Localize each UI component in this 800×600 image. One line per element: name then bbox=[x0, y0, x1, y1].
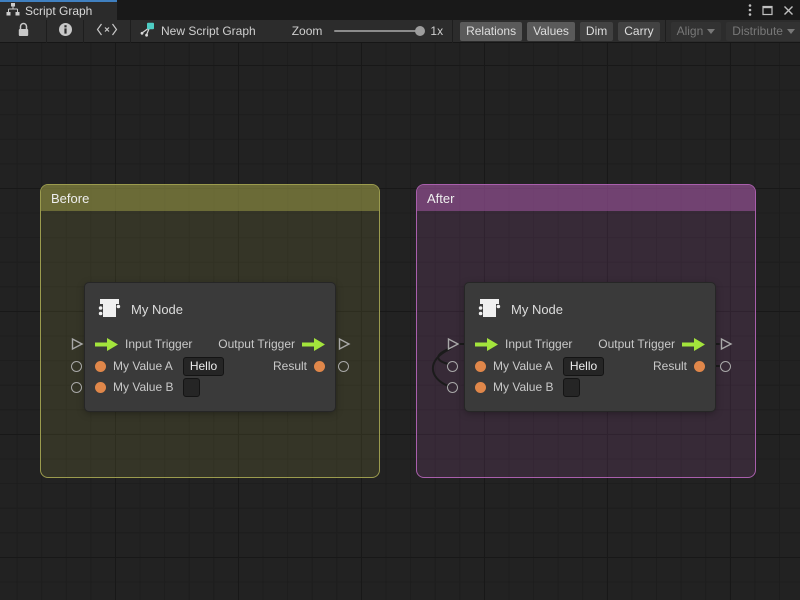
relations-button[interactable]: Relations bbox=[460, 22, 522, 41]
dim-button[interactable]: Dim bbox=[580, 22, 613, 41]
value-out-icon[interactable] bbox=[314, 361, 325, 372]
port-row-my-value-b: My Value B bbox=[95, 376, 200, 398]
distribute-button: Distribute bbox=[726, 22, 800, 41]
script-graph-node-icon bbox=[139, 22, 155, 41]
toolbar: New Script Graph Zoom 1x Relations Value… bbox=[0, 20, 800, 43]
node-title: My Node bbox=[131, 302, 183, 317]
output-trigger-label: Output Trigger bbox=[598, 337, 675, 351]
code-button[interactable] bbox=[84, 20, 130, 43]
port-row-input-trigger: Input Trigger bbox=[95, 333, 192, 355]
distribute-label: Distribute bbox=[732, 24, 783, 38]
my-value-a-field[interactable]: Hello bbox=[563, 357, 604, 376]
port-row-output-trigger: Output Trigger bbox=[218, 333, 325, 355]
titlebar: Script Graph bbox=[0, 0, 800, 20]
toolbar-buttons: Relations Values Dim Carry Align Distrib… bbox=[460, 20, 800, 43]
carry-button[interactable]: Carry bbox=[618, 22, 659, 41]
my-value-b-field[interactable] bbox=[563, 378, 580, 397]
my-value-b-label: My Value B bbox=[493, 380, 553, 394]
input-trigger-label: Input Trigger bbox=[125, 337, 192, 351]
window-controls bbox=[748, 0, 794, 20]
lock-button[interactable] bbox=[0, 20, 46, 43]
info-icon bbox=[58, 22, 73, 40]
tab-script-graph[interactable]: Script Graph bbox=[0, 0, 117, 20]
external-value-in-port[interactable] bbox=[71, 382, 82, 393]
info-button[interactable] bbox=[47, 20, 83, 43]
values-label: Values bbox=[533, 24, 569, 38]
port-row-my-value-b: My Value B bbox=[475, 376, 580, 398]
external-value-in-port[interactable] bbox=[447, 361, 458, 372]
lock-icon bbox=[17, 22, 30, 40]
align-button: Align bbox=[671, 22, 722, 41]
group-before-title: Before bbox=[51, 191, 89, 206]
port-row-output-trigger: Output Trigger bbox=[598, 333, 705, 355]
external-value-out-port[interactable] bbox=[720, 361, 731, 372]
toolbar-separator bbox=[665, 20, 666, 43]
values-button[interactable]: Values bbox=[527, 22, 575, 41]
toolbar-separator bbox=[130, 20, 131, 43]
node-title: My Node bbox=[511, 302, 563, 317]
port-row-input-trigger: Input Trigger bbox=[475, 333, 572, 355]
node-header: My Node bbox=[465, 283, 715, 324]
port-row-result: Result bbox=[653, 355, 705, 377]
trigger-out-icon[interactable] bbox=[682, 338, 705, 351]
group-after-header[interactable]: After bbox=[417, 185, 755, 211]
zoom-slider-thumb[interactable] bbox=[415, 26, 425, 36]
node-my-node-before[interactable]: My Node Input Trigger My Value A Hello M… bbox=[85, 283, 335, 411]
port-row-my-value-a: My Value A Hello bbox=[475, 355, 604, 377]
group-after-title: After bbox=[427, 191, 454, 206]
graph-hierarchy-icon bbox=[6, 3, 20, 19]
external-value-in-port[interactable] bbox=[447, 382, 458, 393]
graph-canvas[interactable]: Before After My Node bbox=[0, 43, 800, 600]
zoom-control: Zoom 1x bbox=[292, 24, 443, 38]
unit-node-icon bbox=[476, 295, 502, 324]
value-in-icon[interactable] bbox=[475, 361, 486, 372]
zoom-value: 1x bbox=[430, 24, 443, 38]
align-label: Align bbox=[677, 24, 704, 38]
node-my-node-after[interactable]: My Node Input Trigger My Value A Hello M… bbox=[465, 283, 715, 411]
maximize-icon[interactable] bbox=[762, 5, 773, 16]
output-trigger-label: Output Trigger bbox=[218, 337, 295, 351]
external-value-in-port[interactable] bbox=[71, 361, 82, 372]
zoom-label: Zoom bbox=[292, 24, 323, 38]
group-before-header[interactable]: Before bbox=[41, 185, 379, 211]
new-script-graph-label: New Script Graph bbox=[161, 24, 256, 38]
port-row-result: Result bbox=[273, 355, 325, 377]
input-trigger-label: Input Trigger bbox=[505, 337, 572, 351]
toolbar-separator bbox=[452, 20, 453, 43]
external-trigger-out-port[interactable] bbox=[337, 337, 351, 351]
result-label: Result bbox=[273, 359, 307, 373]
menu-dots-icon[interactable] bbox=[748, 3, 752, 17]
external-trigger-in-port[interactable] bbox=[446, 337, 460, 351]
chevron-down-icon bbox=[707, 29, 715, 34]
unit-node-icon bbox=[96, 295, 122, 324]
code-icon bbox=[96, 23, 118, 39]
relations-label: Relations bbox=[466, 24, 516, 38]
value-out-icon[interactable] bbox=[694, 361, 705, 372]
new-script-graph-button[interactable]: New Script Graph bbox=[139, 22, 256, 41]
tab-title: Script Graph bbox=[25, 4, 92, 18]
carry-label: Carry bbox=[624, 24, 653, 38]
chevron-down-icon bbox=[787, 29, 795, 34]
trigger-in-icon[interactable] bbox=[475, 338, 498, 351]
trigger-in-icon[interactable] bbox=[95, 338, 118, 351]
result-label: Result bbox=[653, 359, 687, 373]
port-row-my-value-a: My Value A Hello bbox=[95, 355, 224, 377]
trigger-out-icon[interactable] bbox=[302, 338, 325, 351]
dim-label: Dim bbox=[586, 24, 607, 38]
external-trigger-out-port[interactable] bbox=[719, 337, 733, 351]
close-icon[interactable] bbox=[783, 5, 794, 16]
my-value-a-label: My Value A bbox=[493, 359, 553, 373]
my-value-b-label: My Value B bbox=[113, 380, 173, 394]
value-in-icon[interactable] bbox=[95, 382, 106, 393]
external-value-out-port[interactable] bbox=[338, 361, 349, 372]
node-header: My Node bbox=[85, 283, 335, 324]
external-trigger-in-port[interactable] bbox=[70, 337, 84, 351]
value-in-icon[interactable] bbox=[475, 382, 486, 393]
value-in-icon[interactable] bbox=[95, 361, 106, 372]
zoom-slider[interactable] bbox=[334, 30, 420, 32]
my-value-b-field[interactable] bbox=[183, 378, 200, 397]
my-value-a-field[interactable]: Hello bbox=[183, 357, 224, 376]
my-value-a-label: My Value A bbox=[113, 359, 173, 373]
